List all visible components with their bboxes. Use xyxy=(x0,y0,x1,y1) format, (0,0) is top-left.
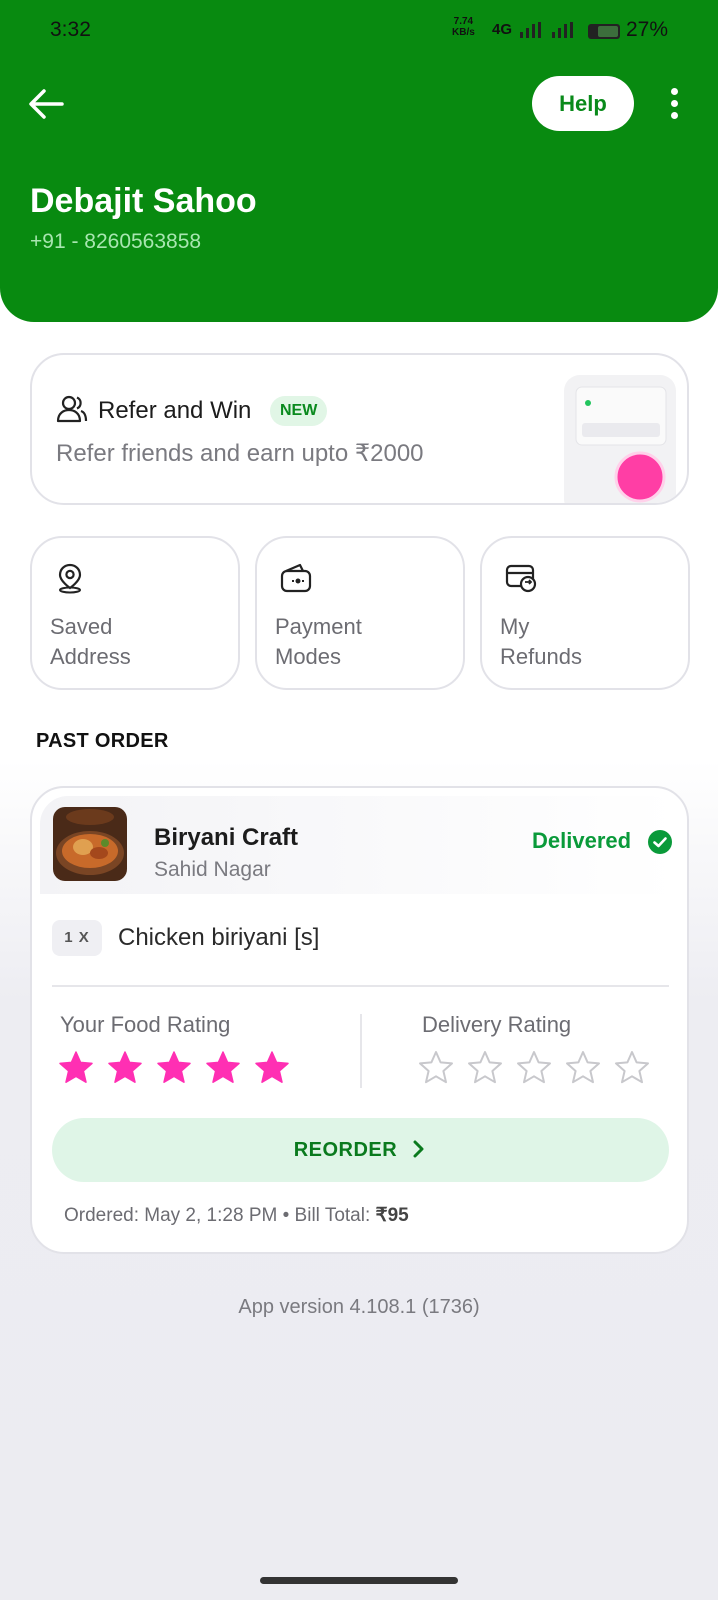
refer-and-win-card[interactable]: Refer and Win NEW Refer friends and earn… xyxy=(30,353,689,505)
delivery-rating-star-icon[interactable] xyxy=(565,1050,601,1086)
payment-modes-label: Payment Modes xyxy=(275,612,445,672)
saved-address-label: Saved Address xyxy=(50,612,220,672)
status-bar: 3:32 7.74 KB/s 4G 27% xyxy=(0,0,718,60)
user-name: Debajit Sahoo xyxy=(30,182,257,220)
delivery-rating-label: Delivery Rating xyxy=(422,1012,572,1037)
tile-label-line: Saved xyxy=(50,614,113,639)
food-rating-stars[interactable] xyxy=(58,1050,308,1086)
user-phone: +91 - 8260563858 xyxy=(30,230,202,253)
food-rating-star-icon[interactable] xyxy=(107,1050,143,1086)
item-quantity: 1 X xyxy=(52,920,102,956)
wallet-icon xyxy=(280,563,312,593)
tile-label-line: My xyxy=(500,614,530,639)
network-speed-unit: KB/s xyxy=(452,27,475,38)
refer-illustration-image xyxy=(564,375,676,503)
battery-level: 27% xyxy=(626,18,669,41)
delivery-rating-star-icon[interactable] xyxy=(516,1050,552,1086)
help-button[interactable]: Help xyxy=(532,76,634,131)
tile-label-line: Refunds xyxy=(500,644,582,669)
refer-title: Refer and Win xyxy=(98,397,252,424)
bill-label: Bill Total: xyxy=(294,1205,371,1226)
tile-label-line: Address xyxy=(50,644,131,669)
past-order-card[interactable]: Biryani Craft Sahid Nagar Delivered 1 X … xyxy=(30,786,689,1254)
food-rating-star-icon[interactable] xyxy=(254,1050,290,1086)
reorder-button[interactable]: REORDER xyxy=(52,1118,669,1182)
food-rating-star-icon[interactable] xyxy=(58,1050,94,1086)
my-refunds-label: My Refunds xyxy=(500,612,670,672)
new-badge: NEW xyxy=(270,396,328,426)
meta-separator-dot: • xyxy=(282,1205,295,1226)
battery-icon xyxy=(588,24,620,39)
chevron-right-icon xyxy=(413,1140,424,1158)
network-speed: 7.74 KB/s xyxy=(452,16,475,38)
app-version: App version 4.108.1 (1736) xyxy=(238,1296,480,1318)
tile-label-line: Modes xyxy=(275,644,342,669)
food-rating-star-icon[interactable] xyxy=(205,1050,241,1086)
order-meta: Ordered: May 2, 1:28 PM • Bill Total: ₹9… xyxy=(64,1204,409,1227)
restaurant-image xyxy=(53,807,127,881)
order-date: Ordered: May 2, 1:28 PM xyxy=(64,1205,278,1226)
signal-icon xyxy=(520,22,541,38)
delivery-rating-star-icon[interactable] xyxy=(418,1050,454,1086)
my-refunds-tile[interactable]: My Refunds xyxy=(480,536,690,690)
back-arrow-icon[interactable] xyxy=(26,86,66,122)
food-rating-star-icon[interactable] xyxy=(156,1050,192,1086)
order-status: Delivered xyxy=(532,828,632,853)
delivery-rating-star-icon[interactable] xyxy=(614,1050,650,1086)
check-circle-icon xyxy=(648,830,672,854)
payment-modes-tile[interactable]: Payment Modes xyxy=(255,536,465,690)
more-options-icon[interactable] xyxy=(664,88,684,122)
item-name: Chicken biriyani [s] xyxy=(118,924,320,951)
refer-subtitle: Refer friends and earn upto ₹2000 xyxy=(56,440,424,467)
refund-icon xyxy=(505,564,537,593)
signal-icon-2 xyxy=(552,22,573,38)
rating-separator xyxy=(360,1014,362,1088)
divider xyxy=(52,985,669,987)
order-restaurant-header[interactable]: Biryani Craft Sahid Nagar Delivered xyxy=(40,796,679,894)
delivery-rating-star-icon[interactable] xyxy=(467,1050,503,1086)
status-time: 3:32 xyxy=(50,18,91,41)
network-type: 4G xyxy=(492,21,513,38)
users-icon xyxy=(56,395,88,423)
delivery-rating-stars[interactable] xyxy=(418,1050,668,1086)
restaurant-name: Biryani Craft xyxy=(154,824,299,851)
saved-address-tile[interactable]: Saved Address xyxy=(30,536,240,690)
network-speed-value: 7.74 xyxy=(453,16,474,27)
past-order-heading: PAST ORDER xyxy=(36,730,169,752)
food-rating-label: Your Food Rating xyxy=(60,1012,231,1037)
tile-label-line: Payment xyxy=(275,614,362,639)
restaurant-area: Sahid Nagar xyxy=(154,858,271,881)
location-pin-icon xyxy=(58,563,82,594)
bill-total: ₹95 xyxy=(375,1205,409,1226)
reorder-label: REORDER xyxy=(293,1139,398,1161)
home-indicator[interactable] xyxy=(260,1577,458,1584)
